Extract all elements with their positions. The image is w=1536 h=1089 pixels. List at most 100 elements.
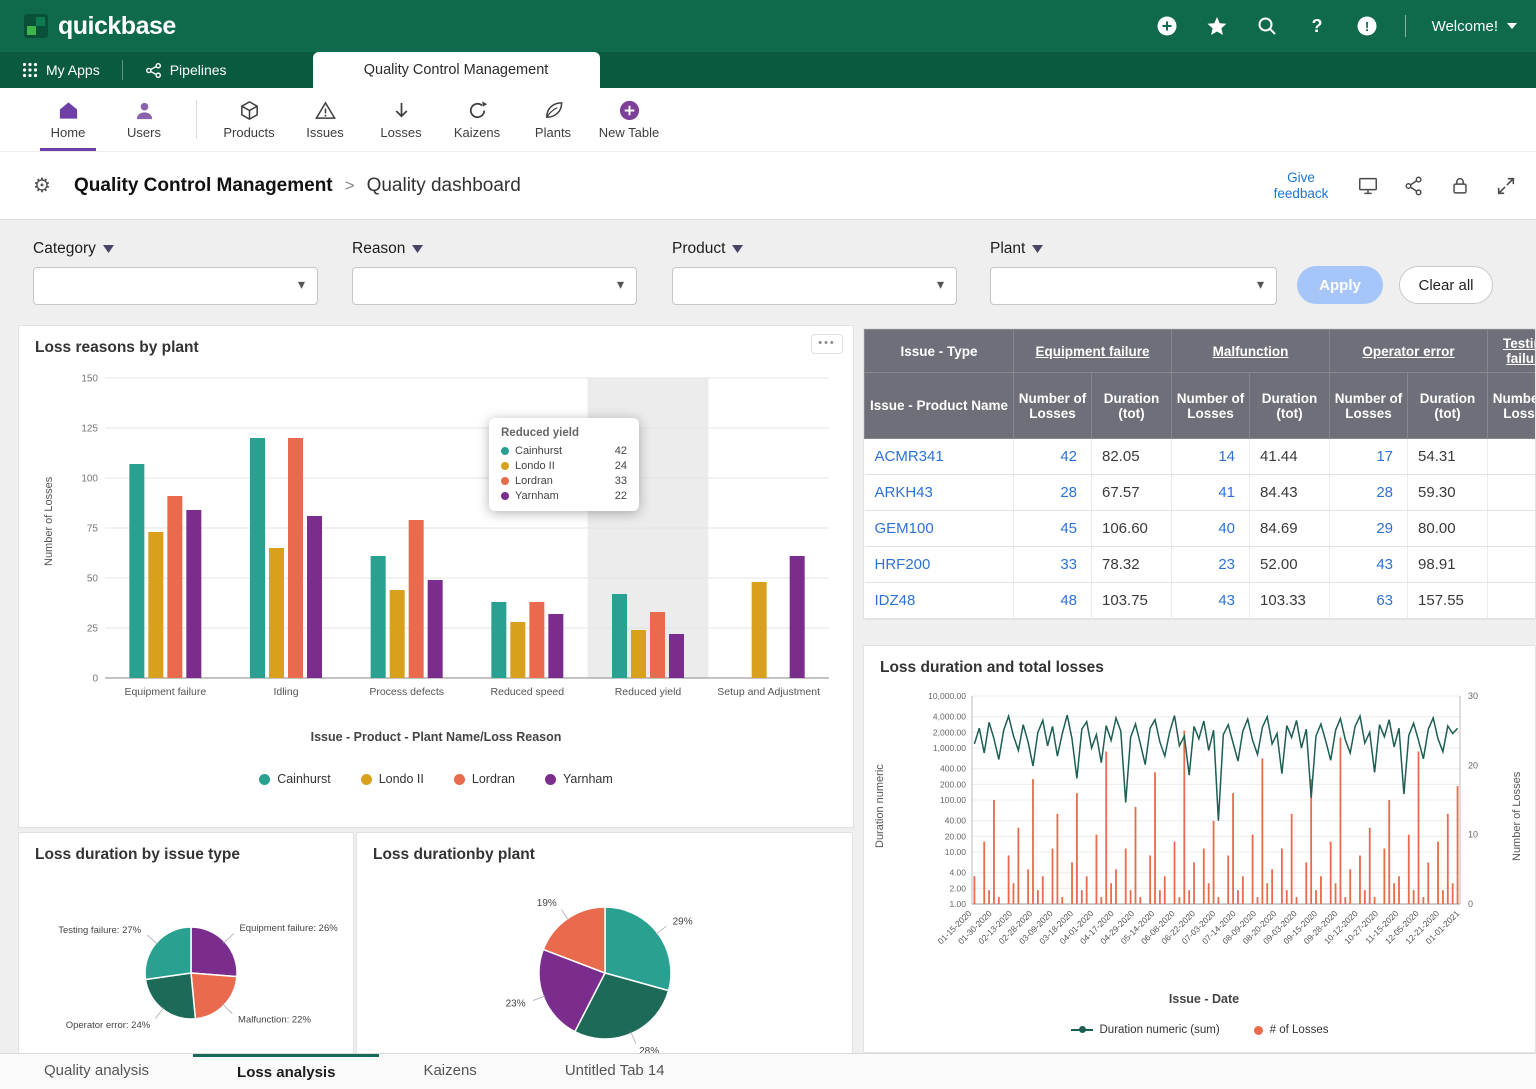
sub-header[interactable]: Number of Losses <box>1014 373 1092 439</box>
losses-value[interactable]: 33 <box>1014 547 1092 583</box>
welcome-label: Welcome! <box>1432 18 1498 35</box>
header-actions: ? ! Welcome! <box>1155 0 1518 52</box>
losses-value[interactable]: 43 <box>1330 547 1408 583</box>
expand-icon[interactable] <box>1494 174 1518 198</box>
column-group-header[interactable]: Malfunction <box>1172 330 1330 373</box>
legend-item[interactable]: Londo II <box>361 772 424 786</box>
apply-button[interactable]: Apply <box>1297 266 1383 304</box>
filter-funnel-icon[interactable] <box>732 245 743 254</box>
add-circle-icon[interactable] <box>1155 14 1179 38</box>
more-options-button[interactable]: ••• <box>811 334 843 354</box>
give-feedback-link[interactable]: Give feedback <box>1268 170 1334 201</box>
reason-select[interactable]: ▾ <box>352 267 637 305</box>
search-icon[interactable] <box>1255 14 1279 38</box>
filter-funnel-icon[interactable] <box>1032 245 1043 254</box>
leaf-icon <box>542 99 565 122</box>
chart-title: Loss durationby plant <box>373 846 535 864</box>
breadcrumb-app-link[interactable]: Quality Control Management <box>74 175 333 197</box>
product-link[interactable]: GEM100 <box>865 511 1014 547</box>
losses-value[interactable]: 40 <box>1172 511 1250 547</box>
column-group-header[interactable]: Testing failure <box>1488 330 1536 373</box>
tab-untitled-14[interactable]: Untitled Tab 14 <box>521 1054 709 1089</box>
toolbar-item-issues[interactable]: Issues <box>287 88 363 151</box>
svg-text:75: 75 <box>87 524 99 535</box>
table-row: GEM100 45 106.60 40 84.69 29 80.00 <box>865 511 1536 547</box>
help-icon[interactable]: ? <box>1305 14 1329 38</box>
column-group-header[interactable]: Operator error <box>1330 330 1488 373</box>
app-tab-quality-control[interactable]: Quality Control Management <box>313 52 600 88</box>
losses-value[interactable]: 41 <box>1172 475 1250 511</box>
page-actions: Give feedback <box>1268 170 1518 201</box>
toolbar-item-users[interactable]: Users <box>106 88 182 151</box>
chart-legend: Cainhurst Londo II Lordran Yarnham <box>19 772 853 786</box>
loss-reasons-card: Loss reasons by plant ••• Number of Loss… <box>18 325 854 828</box>
sub-header[interactable]: Number of Losses <box>1330 373 1408 439</box>
product-select[interactable]: ▾ <box>672 267 957 305</box>
filter-funnel-icon[interactable] <box>412 245 423 254</box>
category-select[interactable]: ▾ <box>33 267 318 305</box>
sub-header[interactable]: Number of Losses <box>1488 373 1536 439</box>
pipelines-nav[interactable]: Pipelines <box>123 52 249 88</box>
losses-value[interactable]: 45 <box>1014 511 1092 547</box>
chevron-down-icon: ▾ <box>298 276 305 293</box>
duration-value: 78.32 <box>1092 547 1172 583</box>
losses-value[interactable]: 17 <box>1330 439 1408 475</box>
tab-quality-analysis[interactable]: Quality analysis <box>0 1054 193 1089</box>
lock-icon[interactable] <box>1448 174 1472 198</box>
product-link[interactable]: HRF200 <box>865 547 1014 583</box>
filter-funnel-icon[interactable] <box>103 245 114 254</box>
losses-value[interactable]: 28 <box>1330 475 1408 511</box>
my-apps-nav[interactable]: My Apps <box>0 52 122 88</box>
losses-value[interactable]: 29 <box>1330 511 1408 547</box>
column-group-header[interactable]: Equipment failure <box>1014 330 1172 373</box>
sub-header[interactable]: Duration (tot) <box>1250 373 1330 439</box>
user-menu[interactable]: Welcome! <box>1432 18 1518 35</box>
toolbar-item-products[interactable]: Products <box>211 88 287 151</box>
quickbase-logo-icon <box>22 12 50 40</box>
toolbar-item-new-table[interactable]: New Table <box>591 88 667 151</box>
losses-value[interactable]: 43 <box>1172 583 1250 619</box>
svg-text:10,000.00: 10,000.00 <box>928 691 966 701</box>
star-icon[interactable] <box>1205 14 1229 38</box>
losses-value[interactable]: 48 <box>1014 583 1092 619</box>
tab-kaizens[interactable]: Kaizens <box>379 1054 520 1089</box>
products-icon <box>238 99 261 122</box>
losses-value[interactable]: 28 <box>1014 475 1092 511</box>
losses-value[interactable]: 42 <box>1014 439 1092 475</box>
toolbar-item-home[interactable]: Home <box>30 88 106 151</box>
svg-text:Testing failure: 27%: Testing failure: 27% <box>58 925 141 936</box>
present-icon[interactable] <box>1356 174 1380 198</box>
product-link[interactable]: IDZ48 <box>865 583 1014 619</box>
losses-value[interactable]: 14 <box>1172 439 1250 475</box>
legend-item[interactable]: Lordran <box>454 772 515 786</box>
issue-type-pie-chart: Equipment failure: 26%Malfunction: 22%Op… <box>19 867 355 1053</box>
product-link[interactable]: ARKH43 <box>865 475 1014 511</box>
alert-icon[interactable]: ! <box>1355 14 1379 38</box>
toolbar-item-kaizens[interactable]: Kaizens <box>439 88 515 151</box>
sub-header[interactable]: Duration (tot) <box>1408 373 1488 439</box>
chart-title: Loss duration by issue type <box>35 846 240 864</box>
plant-select[interactable]: ▾ <box>990 267 1277 305</box>
svg-text:Operator error: 24%: Operator error: 24% <box>66 1020 151 1031</box>
y-axis-title: Number of Losses <box>43 416 55 626</box>
product-link[interactable]: ACMR341 <box>865 439 1014 475</box>
legend-item[interactable]: # of Losses <box>1254 1024 1329 1036</box>
toolbar-item-plants[interactable]: Plants <box>515 88 591 151</box>
tab-loss-analysis[interactable]: Loss analysis <box>193 1054 379 1089</box>
settings-gear-icon[interactable]: ⚙ <box>22 173 62 198</box>
legend-item[interactable]: Yarnham <box>545 772 613 786</box>
svg-text:Equipment failure: 26%: Equipment failure: 26% <box>239 923 338 934</box>
duration-value: 103.33 <box>1250 583 1330 619</box>
losses-value[interactable]: 63 <box>1330 583 1408 619</box>
breadcrumb-separator: > <box>345 176 355 196</box>
share-icon[interactable] <box>1402 174 1426 198</box>
quickbase-logo[interactable]: quickbase <box>22 12 176 41</box>
sub-header[interactable]: Duration (tot) <box>1092 373 1172 439</box>
legend-item[interactable]: Cainhurst <box>259 772 331 786</box>
sub-header[interactable]: Number of Losses <box>1172 373 1250 439</box>
svg-text:100: 100 <box>81 474 98 485</box>
clear-all-button[interactable]: Clear all <box>1399 266 1493 304</box>
legend-item[interactable]: Duration numeric (sum) <box>1071 1024 1220 1036</box>
toolbar-item-losses[interactable]: Losses <box>363 88 439 151</box>
losses-value[interactable]: 23 <box>1172 547 1250 583</box>
